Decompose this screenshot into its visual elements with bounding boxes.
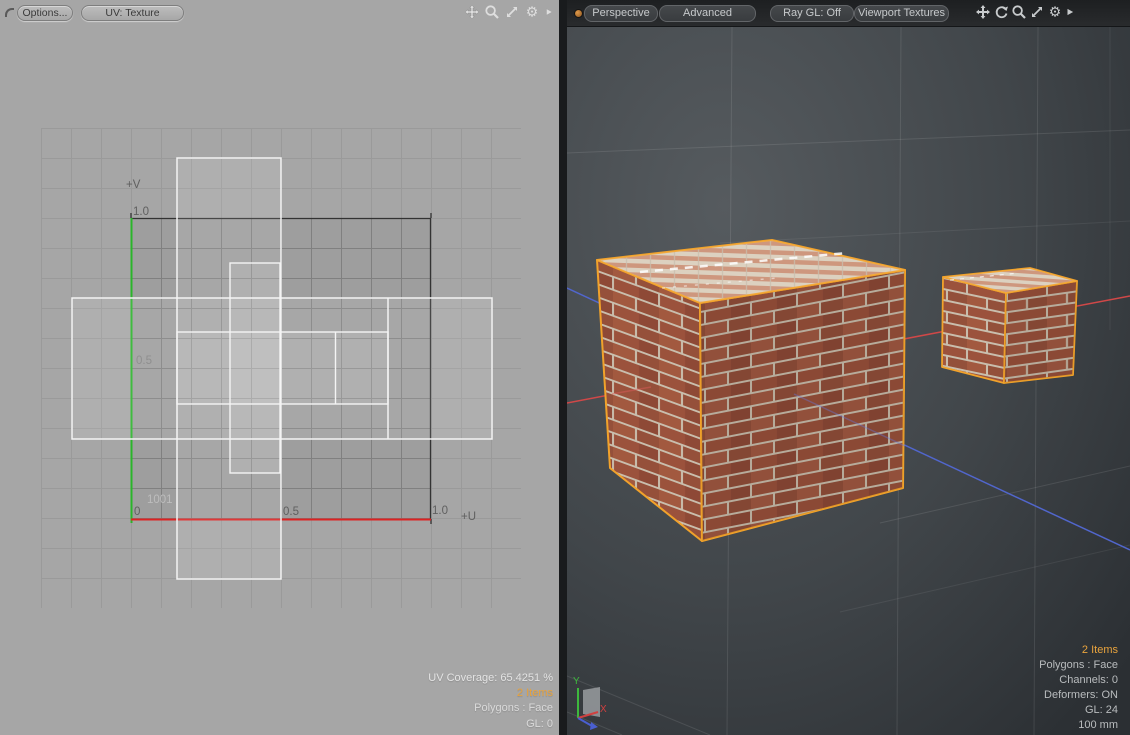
v-max-tick-label: 1.0 [133,206,149,218]
vp-grid-scale: 100 mm [1039,718,1118,733]
uv-texture-button[interactable]: UV: Texture [81,5,184,21]
expand-arrow-icon[interactable] [544,4,554,20]
settings-gear-icon[interactable]: ⚙ [1047,4,1063,20]
gizmo-x-label: X [600,704,607,715]
viewport-3d-panel: Y X Perspective Advanced Ray GL: Off Vie… [567,0,1130,735]
perspective-button[interactable]: Perspective [584,5,658,22]
svg-text:⚙: ⚙ [526,4,539,20]
uv-editor-canvas[interactable]: +V 1.0 0.5 1001 0 0.5 1.0 +U [0,0,559,735]
viewport-3d-canvas[interactable]: Y X [567,0,1130,735]
advanced-button[interactable]: Advanced [659,5,756,22]
v-mid-tick-label: 0.5 [136,355,152,367]
viewport-textures-button[interactable]: Viewport Textures [854,5,949,22]
uv-selection-mode: Polygons : Face [428,701,553,716]
uv-coverage-value: UV Coverage: 65.4251 % [428,671,553,686]
udim-label: 1001 [147,494,173,506]
vp-channels: Channels: 0 [1039,673,1118,688]
vp-items-count: 2 Items [1039,643,1118,658]
uv-gl-count: GL: 0 [428,717,553,732]
vp-deformers: Deformers: ON [1039,688,1118,703]
uv-editor-panel: +V 1.0 0.5 1001 0 0.5 1.0 +U Options... … [0,0,559,735]
viewport-status-readout: 2 Items Polygons : Face Channels: 0 Defo… [1039,643,1118,734]
uv-status-readout: UV Coverage: 65.4251 % 2 Items Polygons … [428,671,553,732]
svg-text:⚙: ⚙ [1049,4,1062,20]
gizmo-y-label: Y [573,676,580,687]
maximize-icon[interactable] [1029,4,1045,20]
maximize-icon[interactable] [504,4,520,20]
rotate-icon[interactable] [993,4,1009,20]
viewport-state-dot[interactable] [574,9,583,18]
origin-tick-label: 0 [134,506,140,518]
vp-selection-mode: Polygons : Face [1039,658,1118,673]
uv-items-count: 2 Items [428,686,553,701]
small-brick-cube[interactable] [942,268,1077,383]
app-window: +V 1.0 0.5 1001 0 0.5 1.0 +U Options... … [0,0,1130,735]
u-axis-label: +U [461,511,476,523]
zoom-icon[interactable] [484,4,500,20]
pan-icon[interactable] [975,4,991,20]
v-axis-label: +V [126,179,141,191]
ray-gl-button[interactable]: Ray GL: Off [770,5,854,22]
vp-gl-count: GL: 24 [1039,703,1118,718]
pan-icon[interactable] [464,4,480,20]
u-max-tick-label: 1.0 [432,505,448,517]
panel-widget-icon[interactable] [5,8,14,17]
options-button[interactable]: Options... [17,5,73,21]
settings-gear-icon[interactable]: ⚙ [524,4,540,20]
zoom-icon[interactable] [1011,4,1027,20]
u-mid-tick-label: 0.5 [283,506,299,518]
expand-arrow-icon[interactable] [1065,4,1075,20]
